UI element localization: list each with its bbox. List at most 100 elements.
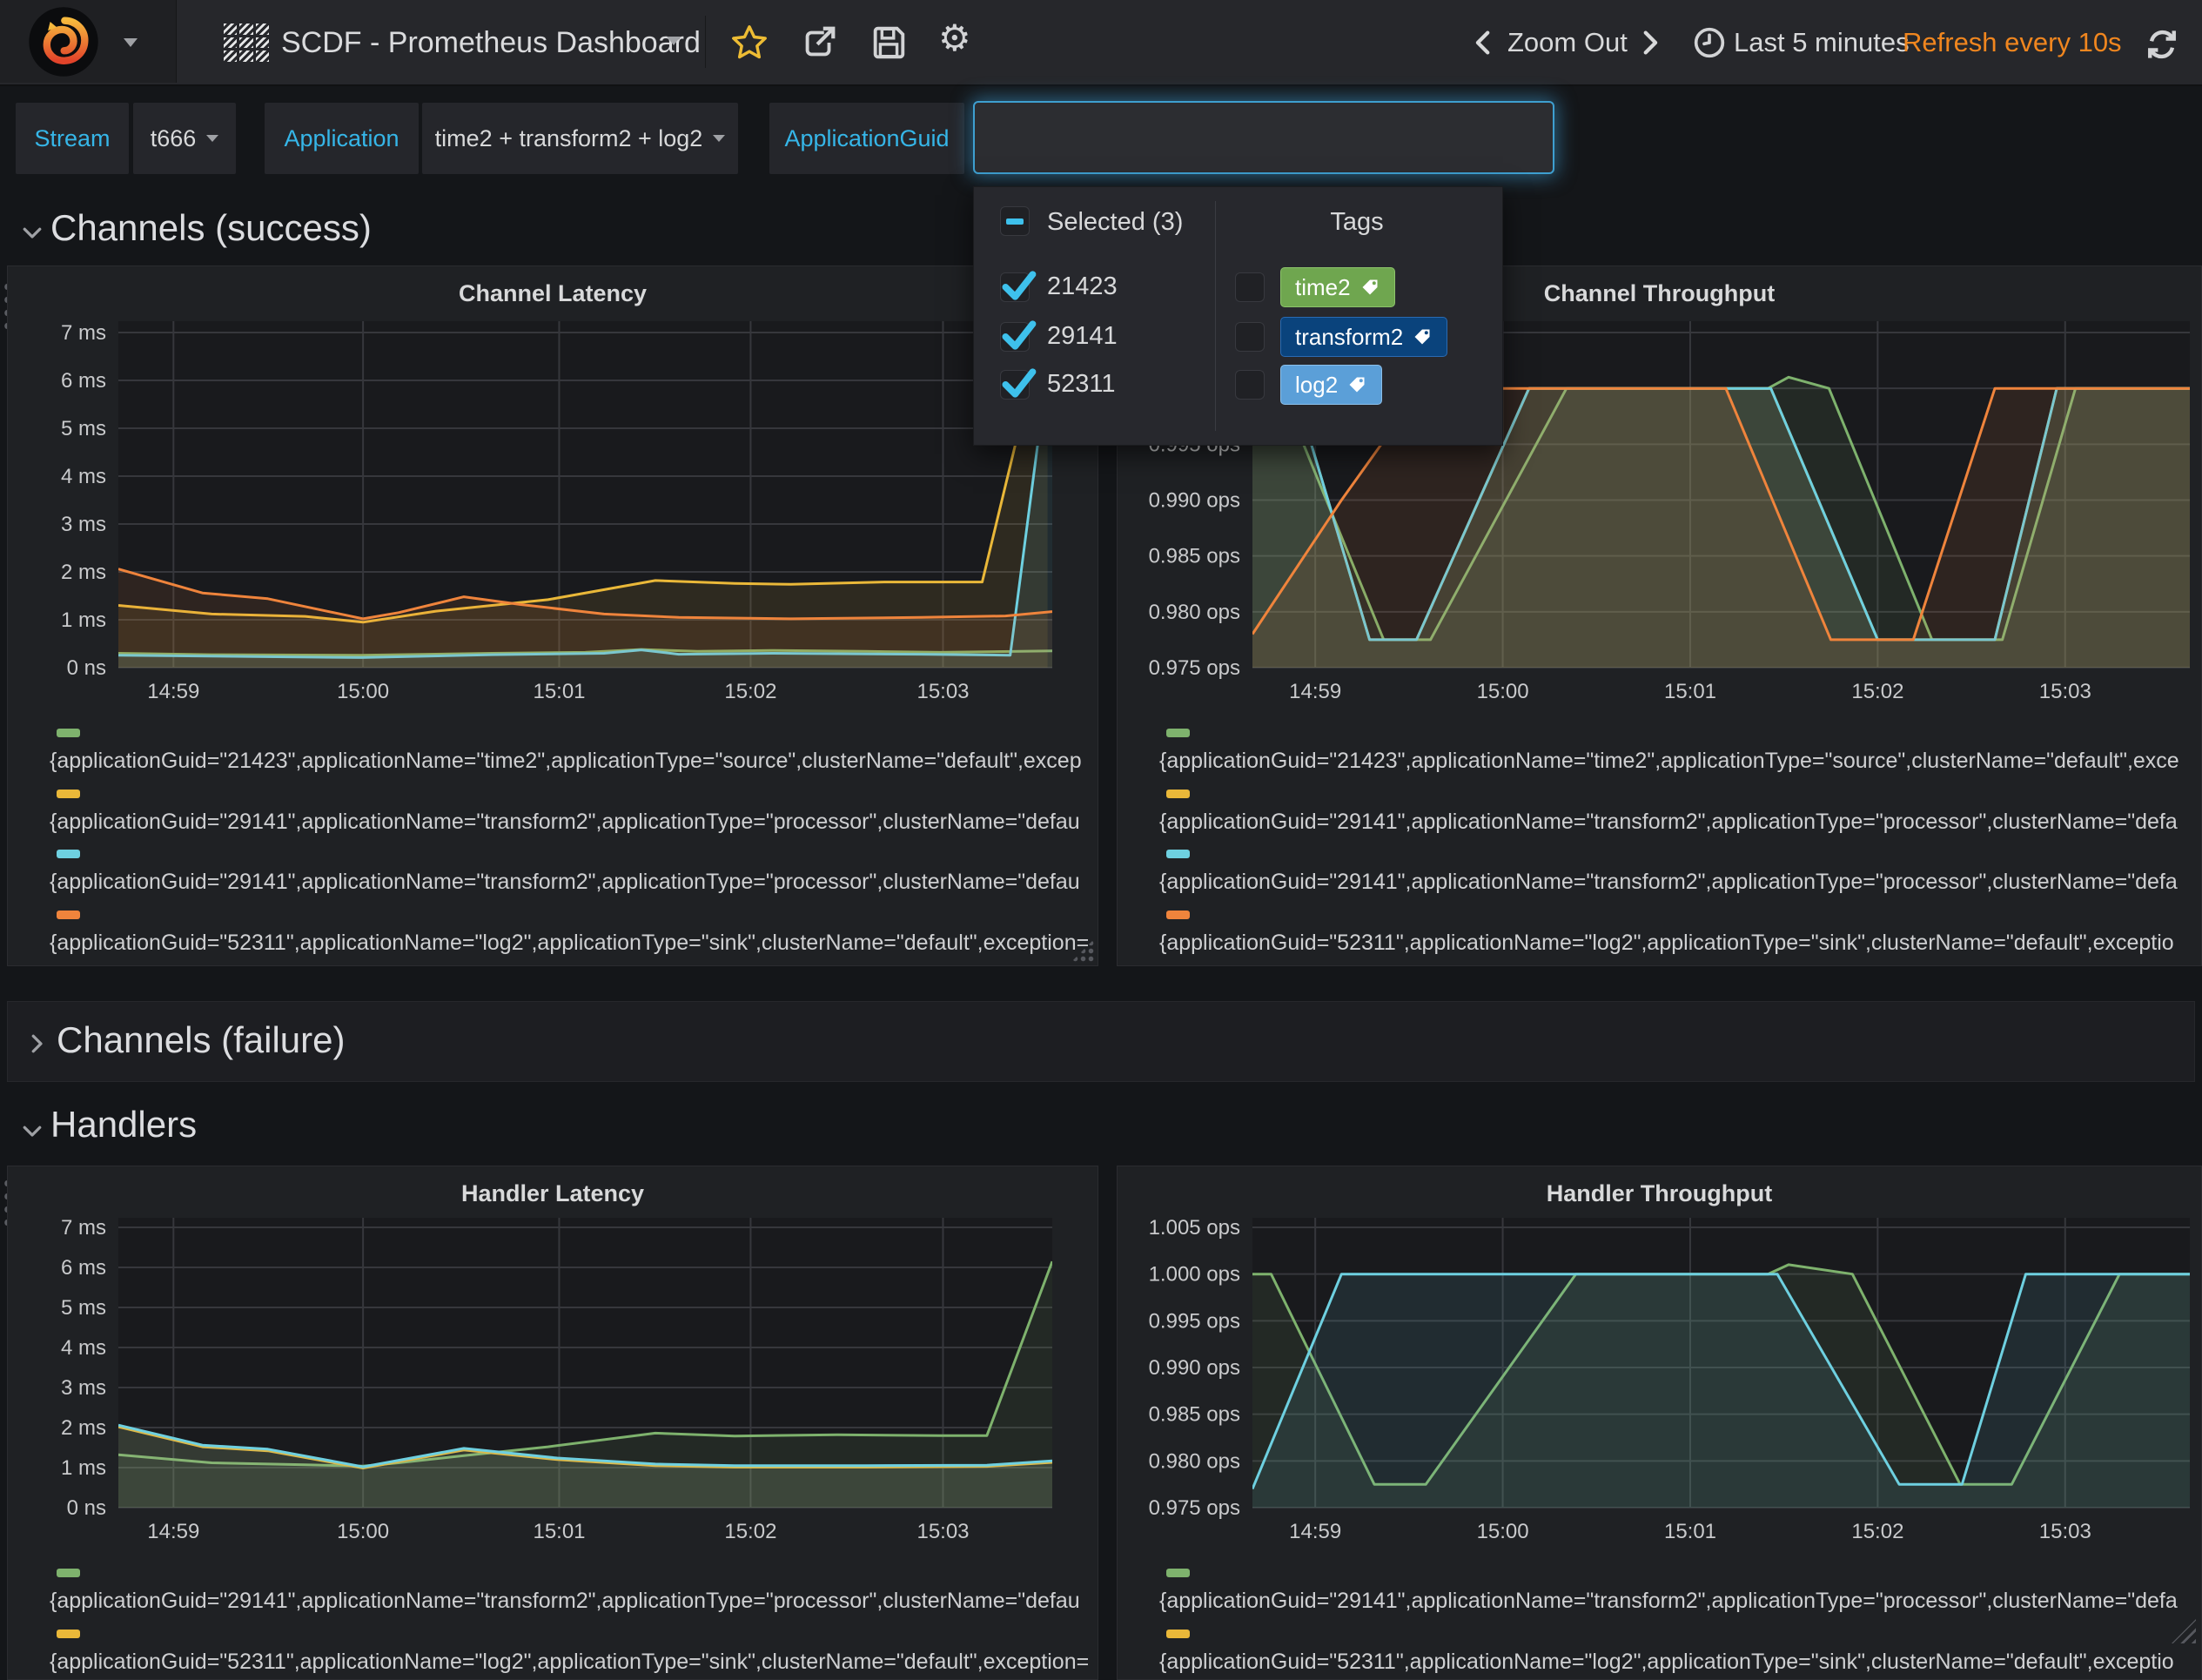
svg-text:15:00: 15:00 [337,680,389,703]
legend-swatch[interactable] [1166,1630,1190,1638]
svg-text:5 ms: 5 ms [61,1296,106,1320]
legend-swatch[interactable] [57,790,80,798]
save-icon[interactable] [869,23,909,63]
grafana-logo-icon [28,6,99,77]
tag-checkbox-log2[interactable] [1235,370,1265,400]
legend-item[interactable]: {applicationGuid="29141",applicationName… [50,1569,1092,1614]
legend-label[interactable]: {applicationGuid="29141",applicationName… [50,810,1092,835]
tag-icon [1346,374,1367,395]
legend-swatch[interactable] [1166,911,1190,919]
legend-label[interactable]: {applicationGuid="52311",applicationName… [1159,1650,2196,1675]
zoom-out-button[interactable]: Zoom Out [1507,27,1628,58]
option-label[interactable]: 21423 [1047,272,1118,301]
legend-item[interactable]: {applicationGuid="52311",applicationName… [1159,911,2196,956]
navbar-divider [705,16,706,68]
applicationguid-input[interactable] [973,101,1554,174]
legend-swatch[interactable] [57,911,80,919]
legend-item[interactable]: {applicationGuid="52311",applicationName… [1159,1630,2196,1675]
chevron-right-icon[interactable] [1635,23,1664,63]
refresh-interval-picker[interactable]: Refresh every 10s [1903,27,2122,58]
svg-text:15:02: 15:02 [1851,680,1903,703]
collapse-caret-icon[interactable] [19,1118,45,1144]
legend-swatch[interactable] [1166,850,1190,858]
section-header-channels-failure[interactable]: Channels (failure) [57,1019,346,1061]
legend-item[interactable]: {applicationGuid="29141",applicationName… [1159,1569,2196,1614]
legend-item[interactable]: {applicationGuid="52311",applicationName… [50,911,1092,956]
svg-text:1 ms: 1 ms [61,608,106,632]
applicationguid-dropdown: Selected (3) Tags 21423 29141 52311 time… [973,186,1503,446]
legend-item[interactable]: {applicationGuid="29141",applicationName… [50,790,1092,835]
tag-label: log2 [1295,372,1338,399]
grafana-menu-button[interactable] [0,0,177,83]
svg-text:15:00: 15:00 [1477,680,1529,703]
star-icon[interactable] [729,23,769,63]
variable-value-application[interactable]: time2 + transform2 + log2 [422,103,738,174]
panel-channel-latency: Channel Latency 0 ns1 ms2 ms3 ms4 ms5 ms… [7,265,1098,966]
legend-label[interactable]: {applicationGuid="21423",applicationName… [1159,749,2196,774]
legend-swatch[interactable] [1166,790,1190,798]
variable-label-application: Application [265,103,419,174]
legend-item[interactable]: {applicationGuid="21423",applicationName… [50,729,1092,774]
legend-item[interactable]: {applicationGuid="52311",applicationName… [50,1630,1092,1675]
legend-swatch[interactable] [1166,729,1190,737]
legend-label[interactable]: {applicationGuid="52311",applicationName… [50,931,1092,956]
grafana-menu-caret-icon [124,38,138,47]
option-checkbox-29141[interactable] [1000,322,1030,352]
svg-text:15:01: 15:01 [1664,680,1716,703]
legend-item[interactable]: {applicationGuid="21423",applicationName… [1159,729,2196,774]
legend-label[interactable]: {applicationGuid="29141",applicationName… [50,870,1092,895]
legend-swatch[interactable] [57,1569,80,1577]
gear-icon[interactable]: ⚙ [938,19,978,59]
legend-swatch[interactable] [1166,1569,1190,1577]
svg-text:14:59: 14:59 [1289,680,1341,703]
legend-item[interactable]: {applicationGuid="29141",applicationName… [1159,850,2196,895]
legend-swatch[interactable] [57,1630,80,1638]
legend-label[interactable]: {applicationGuid="52311",applicationName… [1159,931,2196,956]
svg-text:15:00: 15:00 [1477,1520,1529,1543]
chevron-left-icon[interactable] [1469,23,1499,63]
refresh-icon[interactable] [2143,24,2181,64]
option-label[interactable]: 29141 [1047,322,1118,351]
legend-label[interactable]: {applicationGuid="29141",applicationName… [1159,870,2196,895]
time-range-picker[interactable]: Last 5 minutes [1734,27,1910,58]
legend-item[interactable]: {applicationGuid="29141",applicationName… [1159,790,2196,835]
legend-label[interactable]: {applicationGuid="52311",applicationName… [50,1650,1092,1675]
chevron-down-icon [206,135,218,142]
grafana-dashboard: SCDF - Prometheus Dashboard ⚙ Zoom Out [0,0,2202,1680]
svg-text:15:01: 15:01 [533,1520,585,1543]
svg-text:14:59: 14:59 [147,680,199,703]
option-label[interactable]: 52311 [1047,370,1116,399]
legend-item[interactable]: {applicationGuid="29141",applicationName… [50,850,1092,895]
svg-text:0.975 ops: 0.975 ops [1149,1496,1240,1520]
svg-text:1.000 ops: 1.000 ops [1149,1263,1240,1287]
tag-chip-transform2[interactable]: transform2 [1280,317,1447,357]
legend-label[interactable]: {applicationGuid="21423",applicationName… [50,749,1092,774]
legend-swatch[interactable] [57,850,80,858]
tag-checkbox-time2[interactable] [1235,272,1265,302]
svg-text:2 ms: 2 ms [61,1416,106,1440]
collapse-caret-icon[interactable] [19,219,45,245]
section-header-channels-success[interactable]: Channels (success) [50,207,372,249]
variable-value-stream[interactable]: t666 [133,103,236,174]
section-header-handlers[interactable]: Handlers [50,1104,197,1146]
select-all-checkbox[interactable] [1000,206,1030,236]
popup-divider [1215,201,1216,431]
dashboard-title[interactable]: SCDF - Prometheus Dashboard [281,26,701,60]
tags-header-label: Tags [1235,208,1479,237]
section-row-channels-failure[interactable]: Channels (failure) [7,1001,2195,1082]
svg-text:2 ms: 2 ms [61,561,106,584]
tag-chip-log2[interactable]: log2 [1280,365,1382,405]
option-checkbox-52311[interactable] [1000,370,1030,400]
share-icon[interactable] [799,23,839,63]
option-checkbox-21423[interactable] [1000,272,1030,302]
dashboard-grid-icon [224,24,269,62]
svg-text:15:02: 15:02 [1851,1520,1903,1543]
tag-chip-time2[interactable]: time2 [1280,267,1395,307]
clock-icon [1692,23,1727,63]
legend-swatch[interactable] [57,729,80,737]
legend-label[interactable]: {applicationGuid="29141",applicationName… [1159,810,2196,835]
svg-text:1.005 ops: 1.005 ops [1149,1216,1240,1240]
tag-checkbox-transform2[interactable] [1235,322,1265,352]
legend-label[interactable]: {applicationGuid="29141",applicationName… [1159,1589,2196,1614]
legend-label[interactable]: {applicationGuid="29141",applicationName… [50,1589,1092,1614]
